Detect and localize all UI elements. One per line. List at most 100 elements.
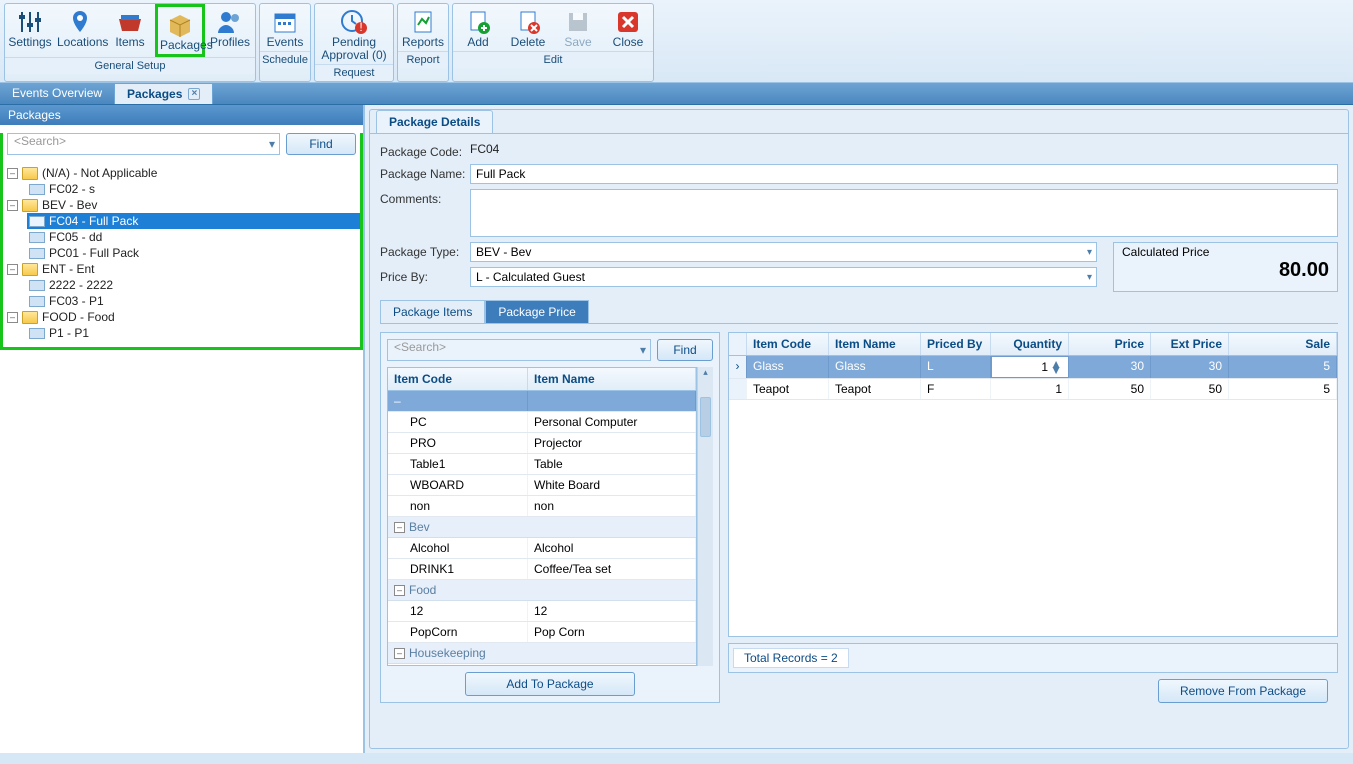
tree-item[interactable]: FC03 - P1	[27, 293, 360, 309]
remove-from-package-button[interactable]: Remove From Package	[1158, 679, 1328, 703]
spinner-buttons[interactable]: ▲▼	[1050, 361, 1062, 373]
items-find-button[interactable]: Find	[657, 339, 713, 361]
add-to-package-button[interactable]: Add To Package	[465, 672, 635, 696]
grid-row[interactable]: DRINK1Coffee/Tea set	[388, 559, 696, 580]
col-quantity[interactable]: Quantity	[991, 333, 1069, 355]
tab-packages[interactable]: Packages ×	[114, 83, 213, 104]
close-button[interactable]: Close	[603, 4, 653, 51]
reports-button[interactable]: Reports	[398, 4, 448, 51]
box-icon	[160, 11, 200, 39]
tab-package-price[interactable]: Package Price	[485, 300, 588, 323]
tree-folder[interactable]: ‒FOOD - Food	[5, 309, 360, 325]
ribbon-group-request: ! Pending Approval (0) Request	[314, 3, 394, 82]
quantity-stepper[interactable]: 1▲▼	[991, 356, 1069, 378]
package-items-grid[interactable]: Item CodeItem NamePriced ByQuantityPrice…	[728, 332, 1338, 637]
chevron-down-icon[interactable]: ▾	[640, 343, 646, 357]
packages-tree[interactable]: ‒(N/A) - Not ApplicableFC02 - s‒BEV - Be…	[3, 165, 360, 341]
ribbon-group-label: General Setup	[5, 57, 255, 74]
ribbon-group-report: Reports Report	[397, 3, 449, 82]
col-item-code[interactable]: Item Code	[388, 368, 528, 390]
collapse-icon[interactable]: ‒	[394, 522, 405, 533]
package-details-tab[interactable]: Package Details	[376, 110, 493, 133]
tree-search-input[interactable]: <Search> ▾	[7, 133, 280, 155]
grid-group[interactable]: ‒ Housekeeping	[388, 643, 696, 664]
grid-row[interactable]: nonnon	[388, 496, 696, 517]
packages-button[interactable]: Packages	[155, 4, 205, 57]
tree-item-label: PC01 - Full Pack	[49, 246, 139, 260]
grid-row[interactable]: 1212	[388, 601, 696, 622]
ribbon-group-label: Schedule	[260, 51, 310, 68]
collapse-icon[interactable]: ‒	[394, 648, 405, 659]
package-type-value: BEV - Bev	[476, 245, 531, 259]
items-button[interactable]: Items	[105, 4, 155, 57]
col-item-name[interactable]: Item Name	[829, 333, 921, 355]
total-records: Total Records = 2	[733, 648, 849, 668]
tree-item[interactable]: FC04 - Full Pack	[27, 213, 360, 229]
tree-item[interactable]: FC02 - s	[27, 181, 360, 197]
collapse-icon[interactable]: ‒	[394, 585, 405, 596]
package-icon	[29, 248, 45, 259]
package-type-select[interactable]: BEV - Bev ▾	[470, 242, 1097, 262]
tree-folder[interactable]: ‒(N/A) - Not Applicable	[5, 165, 360, 181]
package-icon	[29, 280, 45, 291]
add-button[interactable]: Add	[453, 4, 503, 51]
tree-item[interactable]: PC01 - Full Pack	[27, 245, 360, 261]
package-icon	[29, 296, 45, 307]
pin-icon	[57, 8, 103, 36]
settings-button[interactable]: Settings	[5, 4, 55, 57]
chevron-down-icon: ▾	[1087, 272, 1092, 283]
package-name-input[interactable]	[470, 164, 1338, 184]
col-item-code[interactable]: Item Code	[747, 333, 829, 355]
col-ext-price[interactable]: Ext Price	[1151, 333, 1229, 355]
document-tabs: Events Overview Packages ×	[0, 83, 1353, 105]
tree-item[interactable]: 2222 - 2222	[27, 277, 360, 293]
price-by-select[interactable]: L - Calculated Guest ▾	[470, 267, 1097, 287]
tab-package-items[interactable]: Package Items	[380, 300, 485, 323]
tree-find-button[interactable]: Find	[286, 133, 356, 155]
file-delete-icon	[505, 8, 551, 36]
available-items-grid[interactable]: Item CodeItem Name ‒ PCPersonal ComputerPR…	[387, 367, 697, 666]
events-button[interactable]: Events	[260, 4, 310, 51]
calculated-price-value: 80.00	[1122, 259, 1329, 282]
tab-events-overview[interactable]: Events Overview	[0, 83, 114, 104]
tab-close-icon[interactable]: ×	[188, 88, 200, 100]
col-price[interactable]: Price	[1069, 333, 1151, 355]
comments-input[interactable]	[470, 189, 1338, 237]
comments-label: Comments:	[380, 189, 470, 206]
collapse-icon[interactable]: ‒	[7, 312, 18, 323]
grid-group[interactable]: ‒ Food	[388, 580, 696, 601]
collapse-icon[interactable]: ‒	[7, 168, 18, 179]
file-add-icon	[455, 8, 501, 36]
tree-folder[interactable]: ‒ENT - Ent	[5, 261, 360, 277]
ribbon-group-label: Report	[398, 51, 448, 68]
tree-item[interactable]: P1 - P1	[27, 325, 360, 341]
grid-group[interactable]: ‒ Bev	[388, 517, 696, 538]
grid-row[interactable]: AlcoholAlcohol	[388, 538, 696, 559]
locations-button[interactable]: Locations	[55, 4, 105, 57]
collapse-icon[interactable]: ‒	[7, 200, 18, 211]
delete-button[interactable]: Delete	[503, 4, 553, 51]
tree-item[interactable]: FC05 - dd	[27, 229, 360, 245]
collapse-icon[interactable]: ‒	[7, 264, 18, 275]
sliders-icon	[7, 8, 53, 36]
calculated-price-label: Calculated Price	[1122, 245, 1329, 259]
items-search-input[interactable]: <Search> ▾	[387, 339, 651, 361]
grid-row[interactable]: PROProjector	[388, 433, 696, 454]
pending-approval-button[interactable]: ! Pending Approval (0)	[315, 4, 393, 64]
save-button: Save	[553, 4, 603, 51]
profiles-button[interactable]: Profiles	[205, 4, 255, 57]
tree-folder[interactable]: ‒BEV - Bev	[5, 197, 360, 213]
save-icon	[555, 8, 601, 36]
package-items-panel: Item CodeItem NamePriced ByQuantityPrice…	[728, 332, 1338, 703]
grid-row[interactable]: ›GlassGlassL1▲▼30305	[729, 356, 1337, 379]
grid-row[interactable]: TeapotTeapotF150505	[729, 379, 1337, 400]
col-priced-by[interactable]: Priced By	[921, 333, 991, 355]
chevron-down-icon[interactable]: ▾	[269, 137, 275, 151]
grid-row[interactable]: WBOARDWhite Board	[388, 475, 696, 496]
grid-row[interactable]: Table1Table	[388, 454, 696, 475]
col-item-name[interactable]: Item Name	[528, 368, 696, 390]
scrollbar[interactable]: ▴	[697, 367, 713, 666]
col-sale[interactable]: Sale	[1229, 333, 1337, 355]
grid-row[interactable]: PopCornPop Corn	[388, 622, 696, 643]
grid-row[interactable]: PCPersonal Computer	[388, 412, 696, 433]
